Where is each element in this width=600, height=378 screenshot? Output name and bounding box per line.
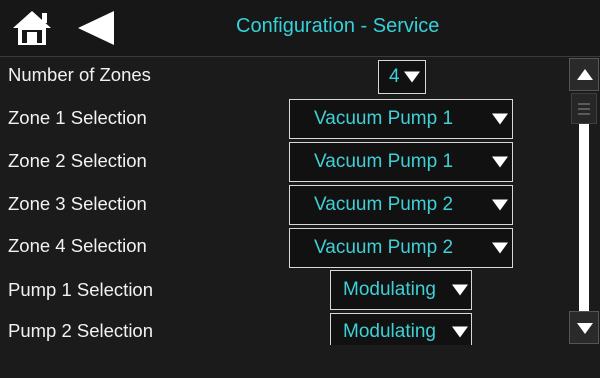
zone-1-selection-dropdown[interactable]: Vacuum Pump 1: [289, 99, 513, 139]
dropdown-value: Modulating: [343, 321, 436, 342]
chevron-down-icon: [492, 156, 508, 168]
number-of-zones-dropdown[interactable]: 4: [378, 60, 426, 94]
zone-4-selection-dropdown[interactable]: Vacuum Pump 2: [289, 228, 513, 268]
dropdown-value: Vacuum Pump 1: [314, 108, 454, 129]
row-label-zone-1-selection: Zone 1 Selection: [8, 107, 147, 128]
chevron-down-icon: [492, 113, 508, 125]
dropdown-value: 4: [389, 66, 400, 87]
row-label-pump-1-selection: Pump 1 Selection: [8, 279, 154, 300]
scroll-up-button[interactable]: [569, 58, 599, 91]
chevron-down-icon: [452, 284, 468, 296]
pump-2-selection-dropdown[interactable]: Modulating: [330, 313, 472, 345]
home-button[interactable]: [10, 8, 54, 48]
row-label-zone-3-selection: Zone 3 Selection: [8, 193, 147, 214]
scroll-down-icon: [577, 323, 593, 334]
row-label-zone-2-selection: Zone 2 Selection: [8, 150, 147, 171]
chevron-down-icon: [404, 71, 420, 83]
pump-1-selection-dropdown[interactable]: Modulating: [330, 270, 472, 310]
back-button[interactable]: [76, 9, 118, 47]
chevron-down-icon: [492, 199, 508, 211]
chevron-down-icon: [492, 242, 508, 254]
grip-line: [578, 108, 590, 110]
row-label-number-of-zones: Number of Zones: [8, 64, 151, 85]
dropdown-value: Vacuum Pump 2: [314, 194, 454, 215]
zone-3-selection-dropdown[interactable]: Vacuum Pump 2: [289, 185, 513, 225]
dropdown-value: Vacuum Pump 2: [314, 237, 454, 258]
chevron-down-icon: [452, 326, 468, 338]
scroll-thumb[interactable]: [571, 93, 597, 124]
grip-line: [578, 113, 590, 115]
grip-line: [578, 103, 590, 105]
dropdown-value: Modulating: [343, 279, 436, 300]
zone-2-selection-dropdown[interactable]: Vacuum Pump 1: [289, 142, 513, 182]
header-bar: Configuration - Service: [0, 0, 600, 57]
row-label-pump-2-selection: Pump 2 Selection: [8, 320, 154, 341]
page-title: Configuration - Service: [236, 15, 440, 37]
scroll-up-icon: [577, 69, 593, 80]
row-label-zone-4-selection: Zone 4 Selection: [8, 235, 147, 256]
scroll-down-button[interactable]: [569, 311, 599, 344]
scrollbar[interactable]: [567, 56, 600, 346]
back-arrow-icon: [78, 11, 114, 45]
configuration-service-screen: Configuration - Service Number of Zones …: [0, 0, 600, 378]
dropdown-value: Vacuum Pump 1: [314, 151, 454, 172]
home-icon: [13, 11, 51, 45]
scroll-track[interactable]: [579, 124, 589, 314]
